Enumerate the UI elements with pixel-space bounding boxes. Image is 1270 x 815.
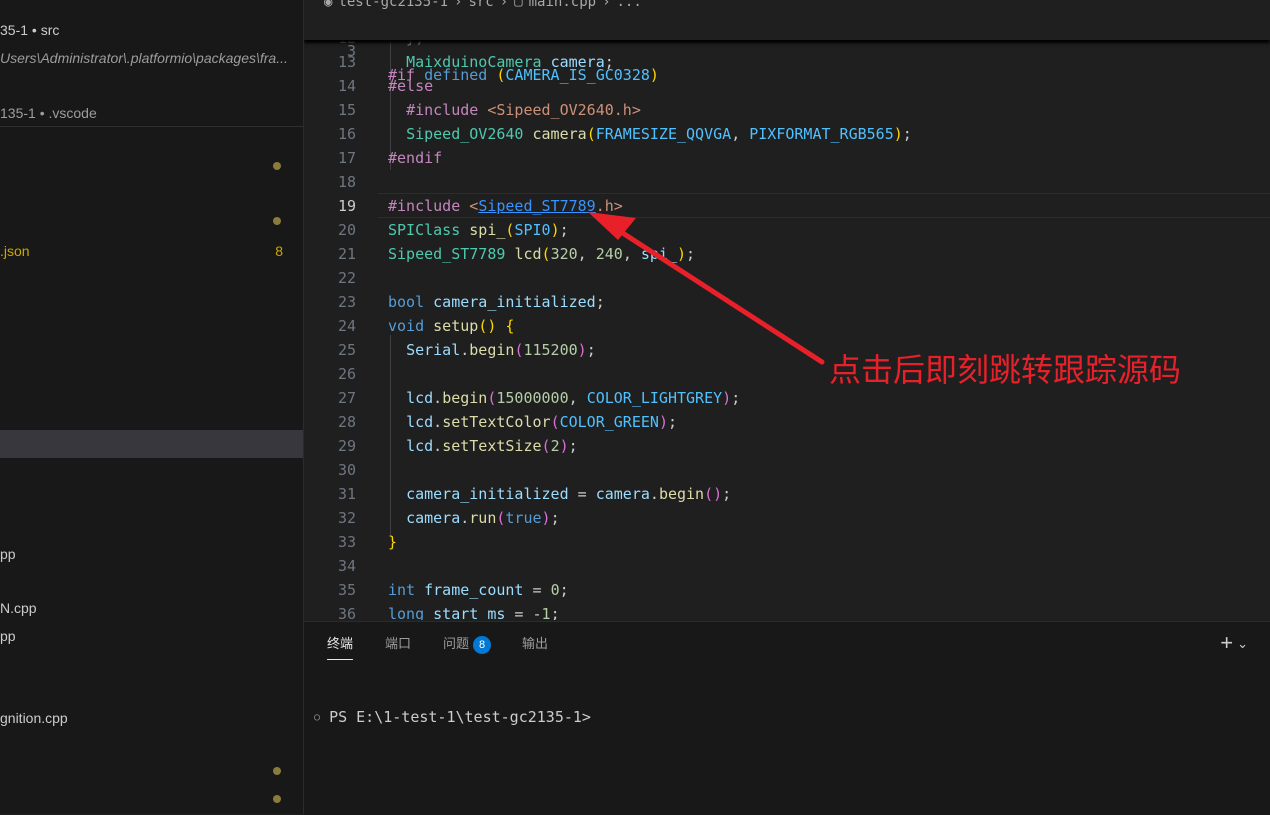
annotation-arrow — [588, 212, 825, 365]
arrow-shaft — [615, 227, 825, 365]
annotation-label: 点击后即刻跳转跟踪源码 — [829, 351, 1182, 389]
